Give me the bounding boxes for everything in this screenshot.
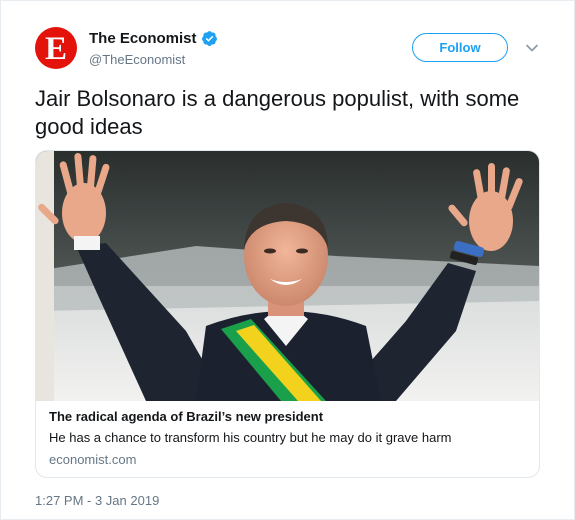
tweet-timestamp[interactable]: 1:27 PM - 3 Jan 2019: [35, 493, 159, 508]
author-name-row: The Economist: [89, 28, 218, 48]
card-description: He has a chance to transform his country…: [49, 430, 452, 445]
author-info: The Economist @TheEconomist: [89, 28, 218, 67]
follow-button[interactable]: Follow: [412, 33, 508, 62]
avatar[interactable]: E: [35, 27, 77, 69]
link-card[interactable]: The radical agenda of Brazil’s new presi…: [35, 150, 540, 478]
author-handle[interactable]: @TheEconomist: [89, 52, 218, 67]
tweet-container: E The Economist @TheEconomist Follow Jai…: [0, 0, 575, 520]
card-text: The radical agenda of Brazil’s new presi…: [49, 408, 529, 469]
card-title: The radical agenda of Brazil’s new presi…: [49, 409, 324, 424]
card-domain: economist.com: [49, 452, 137, 467]
chevron-down-icon[interactable]: [525, 41, 539, 55]
avatar-logo-letter: E: [44, 31, 67, 67]
author-display-name[interactable]: The Economist: [89, 30, 197, 47]
tweet-text: Jair Bolsonaro is a dangerous populist, …: [35, 86, 520, 139]
card-photo[interactable]: [36, 151, 539, 401]
verified-badge-icon: [201, 30, 217, 46]
